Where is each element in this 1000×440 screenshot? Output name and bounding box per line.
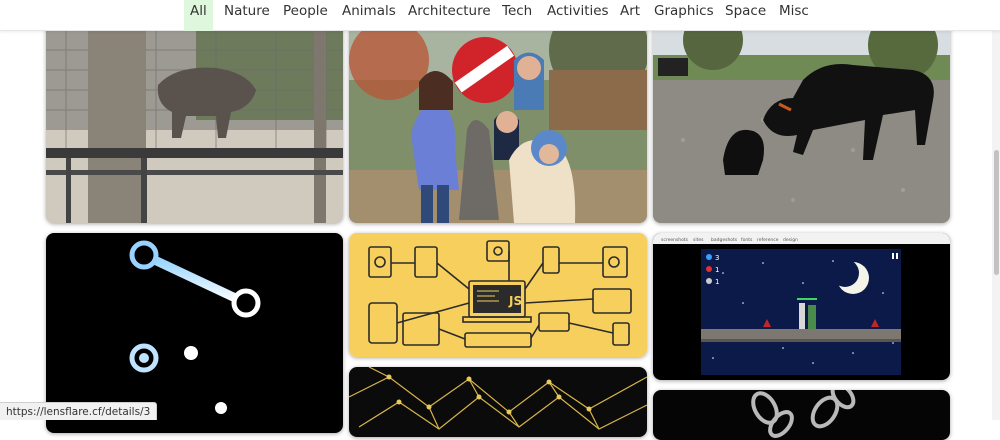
game-screenshot-image: screenshots sites badgeshots fonts refer… — [653, 233, 950, 380]
photo-card-children[interactable] — [349, 20, 647, 223]
page-scrollbar-thumb[interactable] — [994, 150, 999, 275]
game-tab-screenshots: screenshots — [661, 237, 689, 243]
graphic-card-tech-illustration[interactable]: JS — [349, 233, 647, 357]
nav-item-art[interactable]: Art — [620, 0, 640, 22]
game-hud-kills: 1 — [715, 278, 719, 286]
game-tab-design: design — [783, 237, 798, 243]
photo-card-tapir[interactable] — [46, 20, 343, 223]
nav-item-space[interactable]: Space — [725, 0, 766, 22]
gold-circuit-image — [349, 367, 647, 437]
nav-item-activities[interactable]: Activities — [547, 0, 609, 22]
nav-item-graphics[interactable]: Graphics — [654, 0, 714, 22]
game-tab-reference: reference — [757, 237, 779, 243]
nav-item-nature[interactable]: Nature — [224, 0, 270, 22]
pause-icon — [892, 253, 894, 259]
nav-item-people[interactable]: People — [283, 0, 328, 22]
photo-card-dogs[interactable] — [653, 20, 950, 223]
graphic-card-gold-circuit[interactable] — [349, 367, 647, 437]
game-hud-gems: 3 — [715, 254, 719, 262]
nav-item-all[interactable]: All — [184, 0, 213, 31]
tech-illustration-image: JS — [349, 233, 647, 357]
children-image — [349, 20, 647, 223]
tapir-image — [46, 20, 343, 223]
nav-item-architecture[interactable]: Architecture — [408, 0, 491, 22]
chain-image — [653, 390, 950, 440]
game-hud-lives: 1 — [715, 266, 719, 274]
nav-item-misc[interactable]: Misc — [779, 0, 809, 22]
nav-item-tech[interactable]: Tech — [502, 0, 532, 22]
photo-card-chain[interactable] — [653, 390, 950, 440]
dogs-image — [653, 20, 950, 223]
js-label: JS — [508, 294, 522, 308]
game-tab-sites: sites — [693, 237, 704, 243]
screenshot-card-game[interactable]: screenshots sites badgeshots fonts refer… — [653, 233, 950, 380]
nav-item-animals[interactable]: Animals — [342, 0, 396, 22]
link-preview-status: https://lensflare.cf/details/3 — [0, 402, 158, 420]
game-tab-badgeshots: badgeshots — [711, 237, 738, 243]
game-tab-fonts: fonts — [741, 237, 753, 243]
category-nav: All Nature People Animals Architecture T… — [0, 0, 1000, 31]
